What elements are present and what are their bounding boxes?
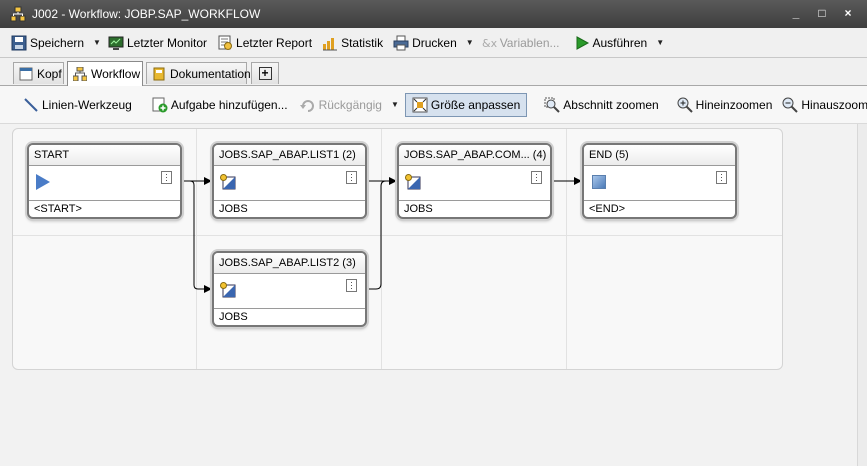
print-dropdown-arrow[interactable]: ▼ <box>466 38 474 47</box>
node-footer: JOBS <box>214 308 365 325</box>
node-title: JOBS.SAP_ABAP.LIST1 (2) <box>214 145 365 166</box>
execute-label: Ausführen <box>592 35 648 50</box>
sap-job-icon <box>220 174 236 190</box>
undo-button[interactable]: Rückgängig <box>297 93 385 117</box>
window-titlebar: J002 - Workflow: JOBP.SAP_WORKFLOW _ □ × <box>0 0 867 28</box>
zoom-in-label: Hineinzoomen <box>695 97 773 112</box>
fit-size-button[interactable]: Größe anpassen <box>404 92 528 117</box>
node-menu-icon[interactable] <box>346 279 357 292</box>
line-tool-button[interactable]: Linien-Werkzeug <box>20 93 135 117</box>
fit-size-icon <box>412 97 428 113</box>
node-footer: JOBS <box>399 200 550 217</box>
monitor-icon <box>108 35 124 51</box>
line-tool-icon <box>23 97 39 113</box>
print-button[interactable]: Drucken <box>390 32 460 54</box>
zoom-out-icon <box>782 97 799 113</box>
node-menu-icon[interactable] <box>346 171 357 184</box>
zoom-section-label: Abschnitt zoomen <box>563 97 659 112</box>
last-report-label: Letzter Report <box>236 35 313 50</box>
undo-arrow-icon <box>299 97 316 113</box>
main-toolbar: Speichern ▼ Letzter Monitor Letzter Repo… <box>0 28 867 58</box>
execute-play-icon <box>574 35 590 51</box>
line-tool-label: Linien-Werkzeug <box>42 97 132 112</box>
add-task-icon <box>152 97 168 113</box>
connector-start-list2 <box>182 180 212 293</box>
statistics-chart-icon <box>322 35 338 51</box>
tab-add-label: + <box>258 67 272 80</box>
workflow-canvas[interactable]: START <START> JOBS.SAP_ABAP.LIST1 (2) JO… <box>0 124 867 466</box>
zoom-out-label: Hinauszoomen <box>801 97 867 112</box>
fit-size-label: Größe anpassen <box>430 97 521 112</box>
svg-text:&x: &x <box>482 37 497 50</box>
window-title: J002 - Workflow: JOBP.SAP_WORKFLOW <box>32 7 261 21</box>
tab-kopf-label: Kopf <box>37 66 62 81</box>
save-dropdown-arrow[interactable]: ▼ <box>93 38 101 47</box>
tab-dokumentation-label: Dokumentation <box>170 66 251 81</box>
node-footer: JOBS <box>214 200 365 217</box>
print-label: Drucken <box>412 35 457 50</box>
variables-icon: &x <box>481 35 498 51</box>
workflow-node-start[interactable]: START <START> <box>27 143 182 219</box>
statistics-label: Statistik <box>341 35 384 50</box>
last-monitor-button[interactable]: Letzter Monitor <box>105 32 210 54</box>
node-footer: <END> <box>584 200 735 217</box>
last-report-button[interactable]: Letzter Report <box>214 32 315 54</box>
tab-workflow-label: Workflow <box>91 67 141 81</box>
node-title: START <box>29 145 180 166</box>
header-tab-icon <box>19 67 33 81</box>
workflow-app-icon <box>10 6 26 22</box>
tab-add[interactable]: + <box>251 62 279 84</box>
node-title: JOBS.SAP_ABAP.LIST2 (3) <box>214 253 365 274</box>
zoom-in-icon <box>677 97 693 113</box>
minimize-button[interactable]: _ <box>789 6 803 20</box>
zoom-section-button[interactable]: Abschnitt zoomen <box>541 93 661 117</box>
workflow-node-end[interactable]: END (5) <END> <box>582 143 737 219</box>
maximize-button[interactable]: □ <box>815 6 829 20</box>
tab-bar: Kopf Workflow Dokumentation + <box>0 58 867 86</box>
save-label: Speichern <box>30 35 85 50</box>
connector-list2-com <box>367 180 396 290</box>
workflow-tab-icon <box>72 66 88 82</box>
sap-job-icon <box>405 174 421 190</box>
node-menu-icon[interactable] <box>716 171 727 184</box>
statistics-button[interactable]: Statistik <box>319 32 386 54</box>
tab-workflow[interactable]: Workflow <box>67 61 143 86</box>
last-monitor-label: Letzter Monitor <box>126 35 208 50</box>
add-task-label: Aufgabe hinzufügen... <box>170 97 288 112</box>
variables-button[interactable]: &x Variablen... <box>478 32 563 54</box>
node-footer: <START> <box>29 200 180 217</box>
tab-kopf[interactable]: Kopf <box>13 62 64 84</box>
report-icon <box>217 35 233 51</box>
execute-button[interactable]: Ausführen <box>571 32 651 54</box>
execute-dropdown-arrow[interactable]: ▼ <box>656 38 664 47</box>
add-task-button[interactable]: Aufgabe hinzufügen... <box>149 93 291 117</box>
zoom-in-button[interactable]: Hineinzoomen <box>674 93 776 117</box>
workflow-node-list1[interactable]: JOBS.SAP_ABAP.LIST1 (2) JOBS <box>212 143 367 219</box>
node-menu-icon[interactable] <box>161 171 172 184</box>
node-title: JOBS.SAP_ABAP.COM... (4) <box>399 145 550 166</box>
tab-dokumentation[interactable]: Dokumentation <box>146 62 251 84</box>
close-button[interactable]: × <box>841 6 855 20</box>
documentation-book-icon <box>152 67 166 81</box>
undo-dropdown-arrow[interactable]: ▼ <box>391 100 399 109</box>
sap-job-icon <box>220 282 236 298</box>
save-button[interactable]: Speichern <box>8 32 87 54</box>
zoom-out-button[interactable]: Hinauszoomen <box>779 93 867 117</box>
workflow-node-list2[interactable]: JOBS.SAP_ABAP.LIST2 (3) JOBS <box>212 251 367 327</box>
node-menu-icon[interactable] <box>531 171 542 184</box>
zoom-section-icon <box>544 97 560 113</box>
printer-icon <box>393 35 409 51</box>
floppy-disk-icon <box>11 35 27 51</box>
variables-label: Variablen... <box>499 35 560 50</box>
undo-label: Rückgängig <box>318 97 382 112</box>
node-title: END (5) <box>584 145 735 166</box>
workflow-node-com[interactable]: JOBS.SAP_ABAP.COM... (4) JOBS <box>397 143 552 219</box>
workflow-toolbar: Linien-Werkzeug Aufgabe hinzufügen... Rü… <box>0 86 867 124</box>
play-icon <box>36 174 50 190</box>
end-icon <box>592 175 606 189</box>
